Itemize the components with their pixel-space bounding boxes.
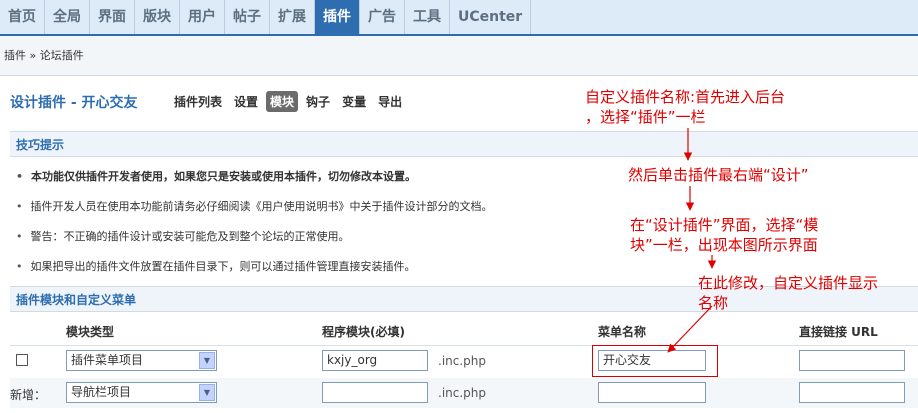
module-type-value: 导航栏项目 xyxy=(71,385,132,399)
col-program-module: 程序模块(必填) xyxy=(322,325,405,339)
module-type-value: 插件菜单项目 xyxy=(71,353,144,367)
col-module-type: 模块类型 xyxy=(66,325,115,339)
subnav-settings[interactable]: 设置 xyxy=(230,91,262,112)
highlight-box xyxy=(592,345,718,377)
nav-tab-extend[interactable]: 扩展 xyxy=(270,0,315,34)
nav-tab-plugins[interactable]: 插件 xyxy=(315,0,360,34)
table-row: 插件菜单项目 ▼ kxjy_org .inc.php 开心交友 xyxy=(10,346,918,376)
annotation-text: 自定义插件名称:首先进入后台 xyxy=(585,88,786,106)
col-direct-url: 直接链接 URL xyxy=(799,325,878,339)
program-module-input[interactable] xyxy=(322,382,428,403)
menu-name-input[interactable] xyxy=(598,382,706,403)
modules-table-header: 模块类型 程序模块(必填) 菜单名称 直接链接 URL xyxy=(10,316,918,346)
col-menu-name: 菜单名称 xyxy=(598,325,647,339)
nav-tab-ucenter[interactable]: UCenter xyxy=(450,0,532,34)
tip-item: 插件开发人员在使用本功能前请务必仔细阅读《用户使用说明书》中关于插件设计部分的文… xyxy=(16,198,493,214)
page-title: 设计插件 - 开心交友 xyxy=(10,95,138,111)
annotation-text: ，选择“插件”一栏 xyxy=(585,108,706,126)
subnav-variables[interactable]: 变量 xyxy=(338,91,370,112)
chevron-down-icon[interactable]: ▼ xyxy=(199,352,215,369)
nav-tab-interface[interactable]: 界面 xyxy=(90,0,135,34)
annotation-text: 在“设计插件”界面，选择“模 xyxy=(630,216,819,234)
table-row-new: 新增： 导航栏项目 ▼ .inc.php xyxy=(10,378,918,408)
direct-url-input[interactable] xyxy=(799,350,905,371)
nav-tab-tools[interactable]: 工具 xyxy=(405,0,450,34)
annotation-text: 名称 xyxy=(698,294,729,312)
module-extension: .inc.php xyxy=(438,386,487,400)
subnav-hooks[interactable]: 钩子 xyxy=(302,91,334,112)
module-type-select[interactable]: 插件菜单项目 ▼ xyxy=(66,350,217,371)
tip-item: 警告：不正确的插件设计或安装可能危及到整个论坛的正常使用。 xyxy=(16,228,350,244)
direct-url-input[interactable] xyxy=(799,382,905,403)
plugin-subnav: 插件列表 设置 模块 钩子 变量 导出 xyxy=(170,91,406,112)
tips-header: 技巧提示 xyxy=(10,131,918,157)
subnav-export[interactable]: 导出 xyxy=(374,91,406,112)
nav-tab-forums[interactable]: 版块 xyxy=(135,0,180,34)
chevron-down-icon[interactable]: ▼ xyxy=(199,384,215,401)
tip-item: 如果把导出的插件文件放置在插件目录下，则可以通过插件管理直接安装插件。 xyxy=(16,258,416,274)
program-module-input[interactable]: kxjy_org xyxy=(322,350,428,371)
nav-tab-posts[interactable]: 帖子 xyxy=(225,0,270,34)
row-delete-checkbox[interactable] xyxy=(16,354,28,366)
tip-item: 本功能仅供插件开发者使用，如果您只是安装或使用本插件，切勿修改本设置。 xyxy=(16,168,416,184)
module-type-select[interactable]: 导航栏项目 ▼ xyxy=(66,382,217,403)
breadcrumb: 插件 » 论坛插件 xyxy=(0,36,918,76)
top-nav: 首页 全局 界面 版块 用户 帖子 扩展 插件 广告 工具 UCenter xyxy=(0,0,918,36)
module-extension: .inc.php xyxy=(438,354,487,368)
nav-tab-users[interactable]: 用户 xyxy=(180,0,225,34)
subnav-plugin-list[interactable]: 插件列表 xyxy=(170,91,226,112)
nav-tab-home[interactable]: 首页 xyxy=(0,0,45,34)
new-row-label: 新增： xyxy=(10,388,47,402)
nav-tab-global[interactable]: 全局 xyxy=(45,0,90,34)
annotation-text: 然后单击插件最右端“设计” xyxy=(628,166,809,184)
nav-tab-ads[interactable]: 广告 xyxy=(360,0,405,34)
annotation-text: 在此修改，自定义插件显示 xyxy=(698,274,879,292)
annotation-text: 块”一栏，出现本图所示界面 xyxy=(630,236,818,254)
subnav-modules[interactable]: 模块 xyxy=(266,91,299,112)
